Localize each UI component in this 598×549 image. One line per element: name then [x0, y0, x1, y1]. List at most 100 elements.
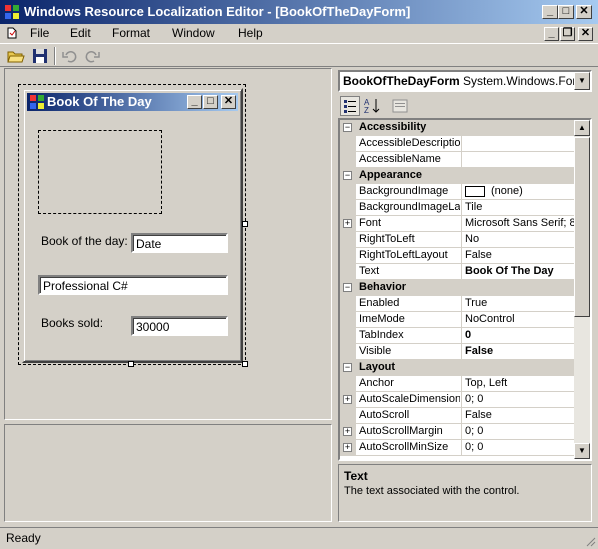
designer-form[interactable]: Book Of The Day _ □ ✕ Book of the day: D… [22, 88, 243, 363]
property-row[interactable]: + AutoScrollMinSize 0; 0 [340, 440, 576, 456]
expand-icon[interactable]: + [343, 427, 352, 436]
property-row[interactable]: BackgroundImage (none) [340, 184, 576, 200]
property-value[interactable]: 0; 0 [461, 424, 576, 439]
object-selector[interactable]: BookOfTheDayForm System.Windows.Form ▼ [338, 70, 592, 92]
property-value[interactable] [461, 136, 576, 151]
books-sold-textbox[interactable]: 30000 [131, 316, 228, 336]
property-row[interactable]: Text Book Of The Day [340, 264, 576, 280]
property-row[interactable]: TabIndex 0 [340, 328, 576, 344]
property-pages-icon[interactable] [390, 96, 410, 116]
undo-icon[interactable] [60, 46, 80, 66]
form-minimize-button[interactable]: _ [187, 95, 202, 109]
property-category[interactable]: − Layout [340, 360, 576, 376]
form-maximize-button[interactable]: □ [203, 95, 218, 109]
date-textbox[interactable]: Date [131, 233, 228, 253]
property-value[interactable]: Tile [461, 200, 576, 215]
property-value[interactable] [461, 152, 576, 167]
open-folder-icon[interactable] [6, 46, 26, 66]
property-value[interactable]: NoControl [461, 312, 576, 327]
image-swatch [465, 185, 485, 197]
property-gutter [340, 264, 356, 280]
menu-window[interactable]: Window [172, 26, 215, 40]
chevron-down-icon[interactable]: ▼ [574, 72, 590, 90]
svg-text:Z: Z [364, 106, 369, 115]
property-value-text: False [465, 249, 492, 261]
collapse-icon[interactable]: − [343, 123, 352, 132]
property-value[interactable]: No [461, 232, 576, 247]
property-value-text: NoControl [465, 313, 515, 325]
property-value[interactable]: False [461, 344, 576, 359]
property-value[interactable]: 0 [461, 328, 576, 343]
property-row[interactable]: AutoScroll False [340, 408, 576, 424]
property-row[interactable]: + AutoScrollMargin 0; 0 [340, 424, 576, 440]
status-bar: Ready [0, 527, 598, 549]
menu-bar: File Edit Format Window Help _ ❐ ✕ [0, 24, 598, 43]
property-name: BackgroundImage [359, 185, 449, 197]
property-row[interactable]: RightToLeft No [340, 232, 576, 248]
property-gutter [340, 408, 356, 424]
property-value[interactable]: True [461, 296, 576, 311]
property-value-text: Tile [465, 201, 483, 213]
menu-edit[interactable]: Edit [70, 26, 91, 40]
expand-icon[interactable]: + [343, 395, 352, 404]
property-row[interactable]: AccessibleDescriptio [340, 136, 576, 152]
property-value[interactable]: False [461, 248, 576, 263]
property-value-text: 0; 0 [465, 441, 484, 453]
size-grip-icon[interactable] [584, 535, 596, 547]
minimize-button[interactable]: _ [542, 5, 558, 19]
scroll-down-button[interactable]: ▼ [574, 443, 590, 459]
document-icon[interactable] [6, 27, 18, 39]
property-row[interactable]: Anchor Top, Left [340, 376, 576, 392]
menu-format[interactable]: Format [112, 26, 150, 40]
property-row[interactable]: Visible False [340, 344, 576, 360]
property-name: Enabled [359, 297, 400, 309]
collapse-icon[interactable]: − [343, 283, 352, 292]
menu-help[interactable]: Help [238, 26, 263, 40]
property-value[interactable]: Microsoft Sans Serif; 8,2 [461, 216, 576, 231]
expand-icon[interactable]: + [343, 443, 352, 452]
collapse-icon[interactable]: − [343, 363, 352, 372]
menu-file[interactable]: File [30, 26, 49, 40]
property-gutter: + [340, 424, 356, 440]
property-scrollbar[interactable]: ▲ ▼ [574, 120, 590, 459]
expand-icon[interactable]: + [343, 219, 352, 228]
resize-handle-bottom[interactable] [128, 361, 134, 367]
property-grid[interactable]: − Accessibility AccessibleDescriptio Access… [338, 118, 592, 461]
property-row[interactable]: + AutoScaleDimensions 0; 0 [340, 392, 576, 408]
property-value[interactable]: 0; 0 [461, 440, 576, 455]
property-value[interactable]: Book Of The Day [461, 264, 576, 279]
books-sold-label: Books sold: [41, 316, 104, 330]
categorized-icon[interactable] [340, 96, 360, 116]
property-category[interactable]: − Accessibility [340, 120, 576, 136]
property-value-text: (none) [491, 185, 523, 197]
scroll-thumb[interactable] [574, 137, 590, 317]
maximize-button[interactable]: □ [558, 5, 574, 19]
resize-handle-right[interactable] [242, 221, 248, 227]
property-value[interactable]: Top, Left [461, 376, 576, 391]
property-row[interactable]: RightToLeftLayout False [340, 248, 576, 264]
mdi-restore-button[interactable]: ❐ [560, 27, 575, 41]
property-row[interactable]: + Font Microsoft Sans Serif; 8,2 [340, 216, 576, 232]
property-value[interactable]: False [461, 408, 576, 423]
picture-box[interactable] [38, 130, 162, 214]
property-row[interactable]: AccessibleName [340, 152, 576, 168]
mdi-close-button[interactable]: ✕ [578, 27, 593, 41]
redo-icon[interactable] [82, 46, 102, 66]
title-textbox[interactable]: Professional C# [38, 275, 228, 295]
collapse-icon[interactable]: − [343, 171, 352, 180]
property-category[interactable]: − Appearance [340, 168, 576, 184]
save-icon[interactable] [30, 46, 50, 66]
property-gutter: − [340, 120, 356, 136]
property-row[interactable]: ImeMode NoControl [340, 312, 576, 328]
resize-handle-corner[interactable] [242, 361, 248, 367]
close-button[interactable]: ✕ [576, 5, 592, 19]
property-row[interactable]: Enabled True [340, 296, 576, 312]
property-category[interactable]: − Behavior [340, 280, 576, 296]
property-row[interactable]: BackgroundImageLay Tile [340, 200, 576, 216]
scroll-up-button[interactable]: ▲ [574, 120, 590, 136]
property-value[interactable]: 0; 0 [461, 392, 576, 407]
property-value[interactable]: (none) [461, 184, 576, 199]
form-close-button[interactable]: ✕ [221, 95, 236, 109]
alphabetical-icon[interactable]: AZ [362, 96, 382, 116]
mdi-minimize-button[interactable]: _ [544, 27, 559, 41]
